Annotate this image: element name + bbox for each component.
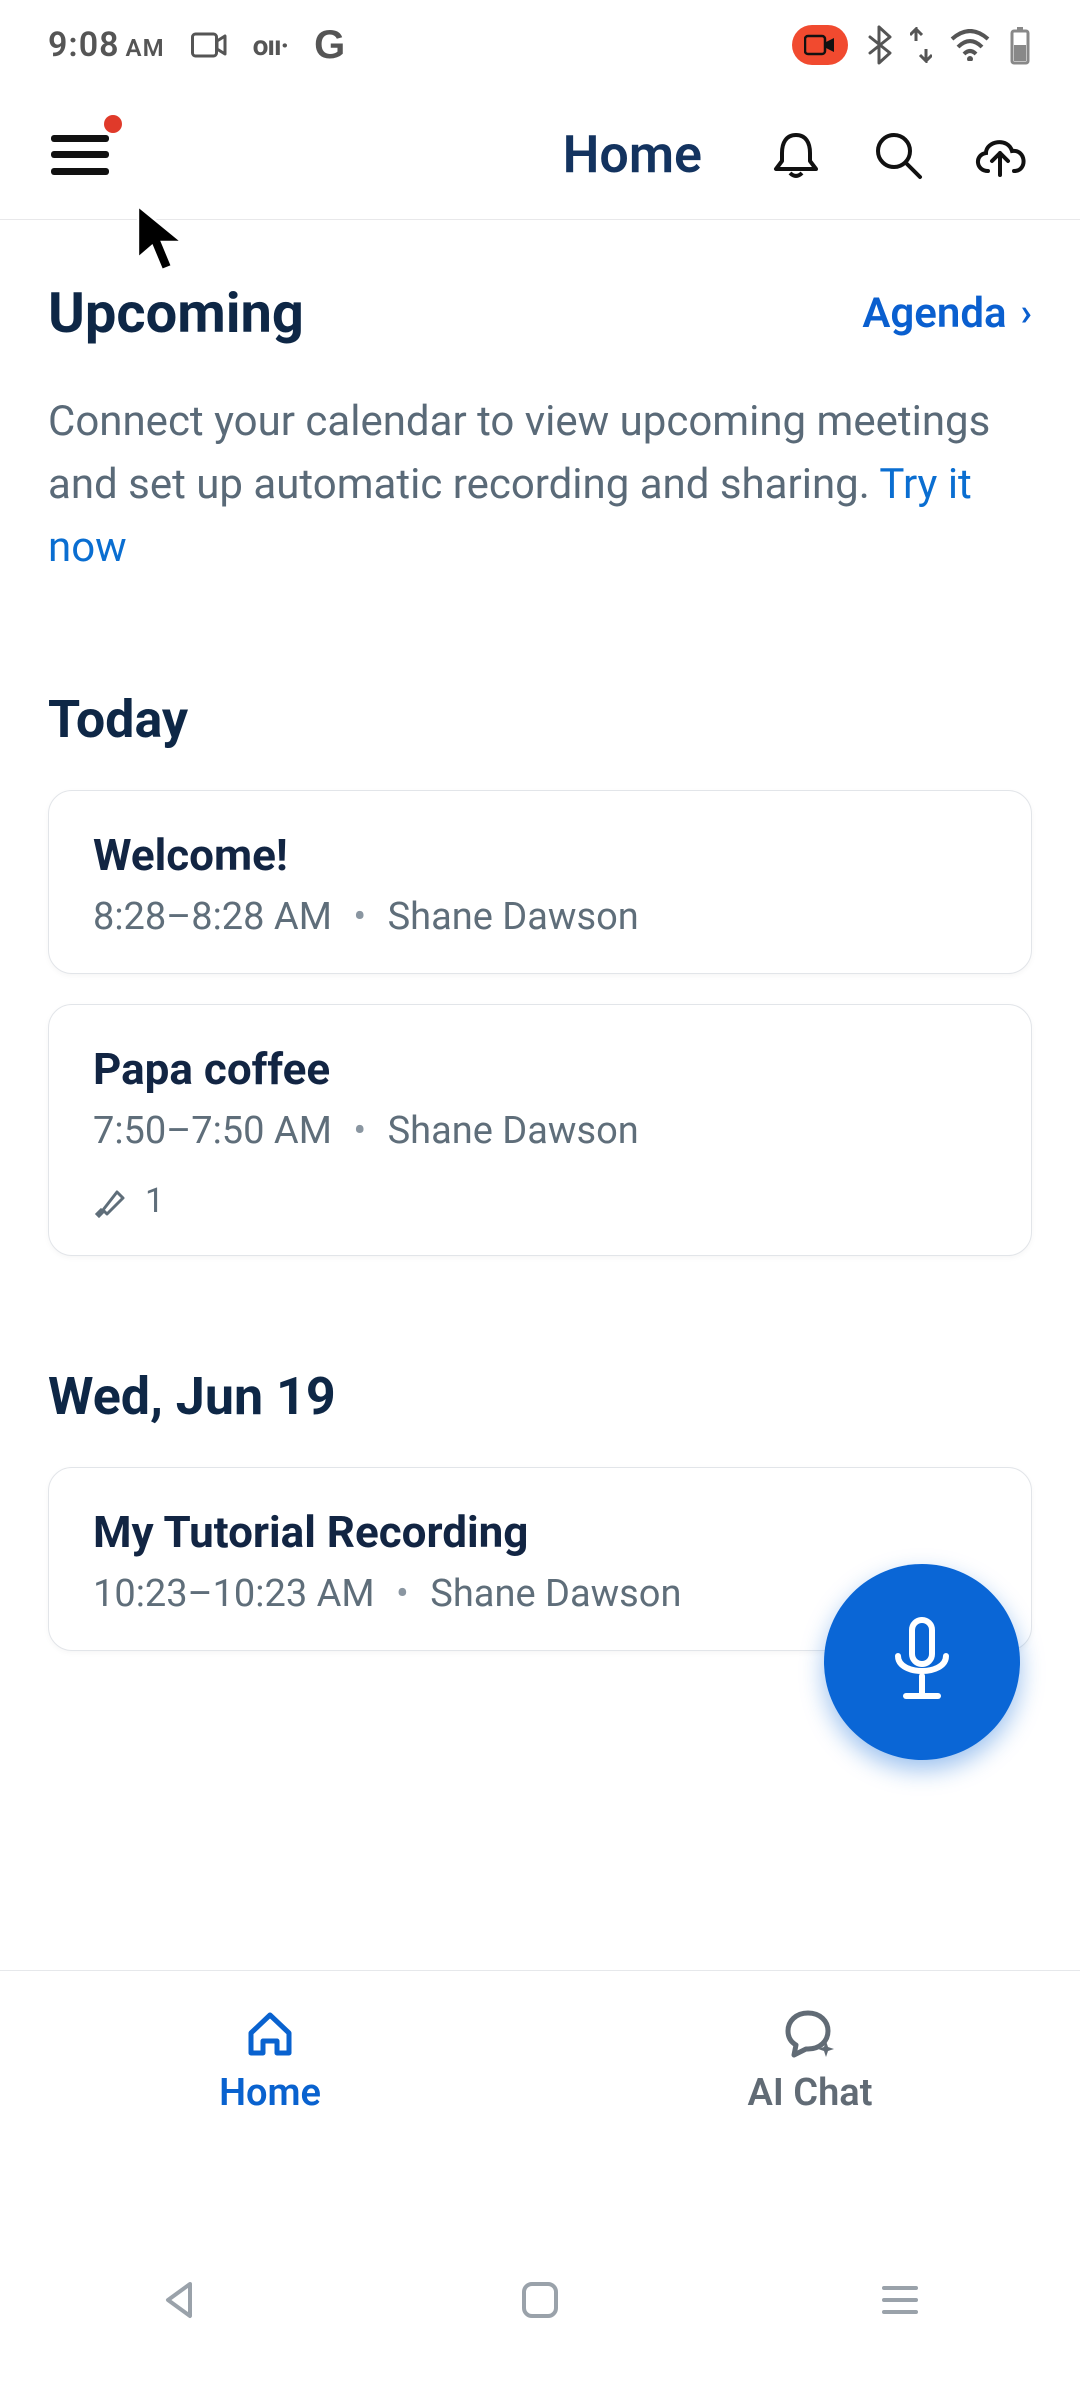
status-time-ampm: AM bbox=[126, 34, 165, 62]
content-area: Upcoming Agenda › Connect your calendar … bbox=[0, 220, 1080, 1651]
screen-record-icon bbox=[792, 25, 848, 65]
agenda-label: Agenda bbox=[862, 289, 1006, 338]
calendar-prompt-text: Connect your calendar to view upcoming m… bbox=[48, 397, 990, 509]
recording-time: 8:28–8:28 AM bbox=[93, 895, 332, 939]
highlight-count: 1 bbox=[145, 1181, 164, 1221]
status-time: 9:08AM bbox=[48, 25, 165, 65]
highlight-icon bbox=[93, 1182, 131, 1220]
triangle-back-icon bbox=[158, 2278, 202, 2322]
recording-owner: Shane Dawson bbox=[388, 1109, 639, 1153]
tab-ai-chat[interactable]: AI Chat bbox=[540, 1971, 1080, 2150]
recording-title: My Tutorial Recording bbox=[93, 1506, 987, 1558]
camera-icon bbox=[191, 31, 227, 59]
lines-recent-icon bbox=[880, 2284, 920, 2316]
recording-time: 7:50–7:50 AM bbox=[93, 1109, 332, 1153]
tab-ai-chat-label: AI Chat bbox=[748, 2071, 873, 2115]
square-home-icon bbox=[520, 2280, 560, 2320]
recording-time: 10:23–10:23 AM bbox=[93, 1572, 375, 1616]
calendar-connect-prompt: Connect your calendar to view upcoming m… bbox=[48, 390, 1008, 579]
recording-card[interactable]: Welcome! 8:28–8:28 AM • Shane Dawson bbox=[48, 790, 1032, 974]
bell-icon bbox=[768, 127, 824, 183]
section-heading-date: Wed, Jun 19 bbox=[48, 1366, 1032, 1427]
battery-icon bbox=[1008, 25, 1032, 65]
tab-home[interactable]: Home bbox=[0, 1971, 540, 2150]
nav-recent-button[interactable] bbox=[870, 2270, 930, 2330]
data-sync-icon bbox=[910, 27, 932, 63]
menu-button[interactable] bbox=[44, 119, 116, 191]
tab-home-label: Home bbox=[219, 2071, 321, 2115]
record-fab-button[interactable] bbox=[824, 1564, 1020, 1760]
notifications-button[interactable] bbox=[760, 119, 832, 191]
cloud-upload-icon bbox=[968, 127, 1032, 183]
recording-card[interactable]: Papa coffee 7:50–7:50 AM • Shane Dawson … bbox=[48, 1004, 1032, 1256]
upcoming-heading: Upcoming bbox=[48, 280, 304, 346]
agenda-link[interactable]: Agenda › bbox=[862, 289, 1032, 338]
system-status-bar: 9:08AM oıı· G bbox=[0, 0, 1080, 90]
chevron-right-icon: › bbox=[1021, 291, 1032, 335]
notification-dot-icon bbox=[104, 115, 122, 133]
wifi-icon bbox=[950, 29, 990, 61]
recording-meta: 7:50–7:50 AM • Shane Dawson bbox=[93, 1109, 987, 1153]
search-icon bbox=[870, 127, 926, 183]
recording-title: Papa coffee bbox=[93, 1043, 987, 1095]
upload-button[interactable] bbox=[964, 119, 1036, 191]
meta-separator: • bbox=[353, 1109, 366, 1153]
nav-back-button[interactable] bbox=[150, 2270, 210, 2330]
google-g-icon: G bbox=[314, 23, 345, 68]
recording-owner: Shane Dawson bbox=[430, 1572, 681, 1616]
system-nav-bar bbox=[0, 2200, 1080, 2400]
section-heading-today: Today bbox=[48, 689, 1032, 750]
bottom-tab-bar: Home AI Chat bbox=[0, 1970, 1080, 2150]
meta-separator: • bbox=[396, 1572, 409, 1616]
meta-separator: • bbox=[353, 895, 366, 939]
audio-bars-icon: oıı· bbox=[253, 29, 289, 62]
nav-home-button[interactable] bbox=[510, 2270, 570, 2330]
microphone-icon bbox=[882, 1614, 962, 1710]
recording-owner: Shane Dawson bbox=[388, 895, 639, 939]
status-time-value: 9:08 bbox=[48, 25, 120, 65]
app-header: Home bbox=[0, 90, 1080, 220]
chat-sparkle-icon bbox=[782, 2007, 838, 2061]
home-icon bbox=[243, 2007, 297, 2061]
page-title: Home bbox=[563, 124, 702, 185]
recording-title: Welcome! bbox=[93, 829, 987, 881]
search-button[interactable] bbox=[862, 119, 934, 191]
hamburger-icon bbox=[51, 135, 109, 175]
recording-meta: 8:28–8:28 AM • Shane Dawson bbox=[93, 895, 987, 939]
bluetooth-icon bbox=[866, 25, 892, 65]
